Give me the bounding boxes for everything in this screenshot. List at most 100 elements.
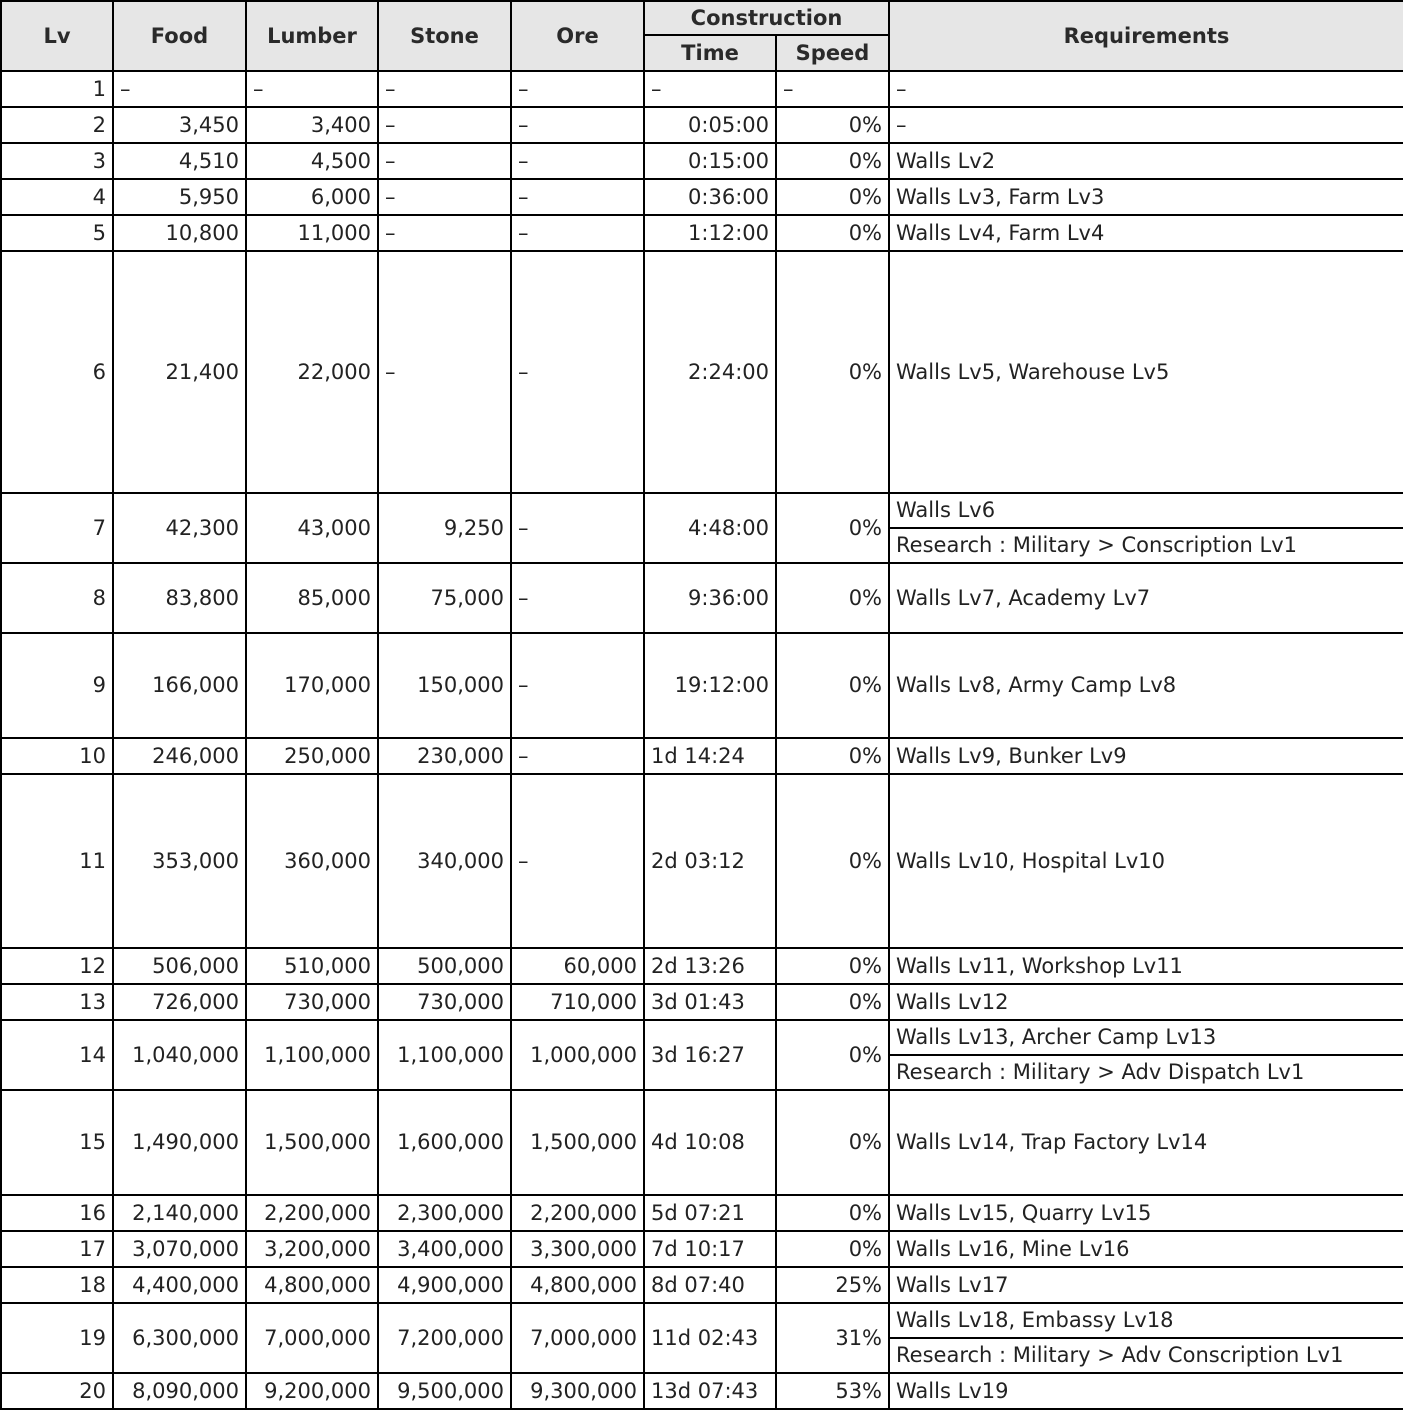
header-construction: Construction <box>642 0 891 36</box>
requirement-cell: Walls Lv19 <box>888 1372 1403 1410</box>
requirement-cell: Walls Lv16, Mine Lv16 <box>888 1230 1403 1268</box>
speed-cell: 0% <box>774 983 891 1021</box>
requirement-cell: – <box>888 70 1403 108</box>
lumber-cell: 22,000 <box>245 250 379 494</box>
header-ore: Ore <box>510 0 645 72</box>
level-cell: 8 <box>0 562 114 634</box>
level-cell: 10 <box>0 737 114 775</box>
table-row: 19 6,300,000 7,000,000 7,200,000 7,000,000 11… <box>0 1302 1403 1374</box>
speed-cell: 0% <box>774 178 891 216</box>
level-cell: 3 <box>0 142 114 180</box>
table-row: 11 353,000 360,000 340,000–2d 03:12 0% Walls … <box>0 773 1403 949</box>
speed-cell: 0% <box>774 214 891 252</box>
ore-cell: – <box>510 178 645 216</box>
lumber-cell: 3,200,000 <box>245 1230 379 1268</box>
food-cell: 166,000 <box>112 632 247 739</box>
lumber-cell: 250,000 <box>245 737 379 775</box>
lumber-cell: 6,000 <box>245 178 379 216</box>
requirement-cell: Walls Lv12 <box>888 983 1403 1021</box>
level-cell: 9 <box>0 632 114 739</box>
ore-cell: – <box>510 773 645 949</box>
stone-cell: – <box>377 250 512 494</box>
speed-cell: 0% <box>774 1089 891 1196</box>
food-cell: 83,800 <box>112 562 247 634</box>
lumber-cell: 7,000,000 <box>245 1302 379 1374</box>
table-row: 1– – – – – – – <box>0 70 1403 108</box>
lumber-cell: 3,400 <box>245 106 379 144</box>
table-row: 3 4,510 4,500– –0:15:00 0% Walls Lv2 <box>0 142 1403 180</box>
lumber-cell: 9,200,000 <box>245 1372 379 1410</box>
ore-cell: – <box>510 142 645 180</box>
time-cell: 4:48:00 <box>643 492 777 564</box>
lumber-cell: 510,000 <box>245 947 379 985</box>
time-cell: 11d 02:43 <box>643 1302 777 1374</box>
lumber-cell: 4,500 <box>245 142 379 180</box>
ore-cell: 7,000,000 <box>510 1302 645 1374</box>
requirement-cell: Walls Lv3, Farm Lv3 <box>888 178 1403 216</box>
food-cell: – <box>112 70 247 108</box>
level-cell: 11 <box>0 773 114 949</box>
food-cell: 2,140,000 <box>112 1194 247 1232</box>
food-cell: 10,800 <box>112 214 247 252</box>
ore-cell: – <box>510 106 645 144</box>
header-food: Food <box>112 0 247 72</box>
requirement-cell: Walls Lv14, Trap Factory Lv14 <box>888 1089 1403 1196</box>
stone-cell: – <box>377 142 512 180</box>
time-cell: 0:05:00 <box>643 106 777 144</box>
speed-cell: 0% <box>774 632 891 739</box>
food-cell: 726,000 <box>112 983 247 1021</box>
requirement-cell: Walls Lv15, Quarry Lv15 <box>888 1194 1403 1232</box>
time-cell: 2d 03:12 <box>643 773 777 949</box>
food-cell: 21,400 <box>112 250 247 494</box>
header-stone: Stone <box>377 0 512 72</box>
food-cell: 1,040,000 <box>112 1019 247 1091</box>
time-cell: 5d 07:21 <box>643 1194 777 1232</box>
stone-cell: – <box>377 70 512 108</box>
requirement-cell: Research : Military > Conscription Lv1 <box>888 527 1403 564</box>
header-time: Time <box>643 34 777 72</box>
time-cell: 3d 16:27 <box>643 1019 777 1091</box>
requirement-cell: Walls Lv18, Embassy Lv18 <box>888 1302 1403 1339</box>
lumber-cell: 11,000 <box>245 214 379 252</box>
stone-cell: 150,000 <box>377 632 512 739</box>
time-cell: 8d 07:40 <box>643 1266 777 1304</box>
speed-cell: 0% <box>774 250 891 494</box>
time-cell: 1:12:00 <box>643 214 777 252</box>
lumber-cell: 1,100,000 <box>245 1019 379 1091</box>
ore-cell: 4,800,000 <box>510 1266 645 1304</box>
time-cell: 3d 01:43 <box>643 983 777 1021</box>
table-row: 12 506,000 510,000 500,000 60,000 2d 13:26 0% W… <box>0 947 1403 985</box>
level-cell: 1 <box>0 70 114 108</box>
table-row: 20 8,090,000 9,200,000 9,500,000 9,300,000 13… <box>0 1372 1403 1410</box>
ore-cell: 9,300,000 <box>510 1372 645 1410</box>
speed-cell: 0% <box>774 142 891 180</box>
level-cell: 14 <box>0 1019 114 1091</box>
speed-cell: 0% <box>774 773 891 949</box>
table-header: Lv Food Lumber Stone Ore Construction Re… <box>0 0 1403 72</box>
ore-cell: 1,000,000 <box>510 1019 645 1091</box>
requirement-cell: Walls Lv7, Academy Lv7 <box>888 562 1403 634</box>
level-cell: 15 <box>0 1089 114 1196</box>
stone-cell: 7,200,000 <box>377 1302 512 1374</box>
level-cell: 4 <box>0 178 114 216</box>
ore-cell: – <box>510 214 645 252</box>
level-cell: 13 <box>0 983 114 1021</box>
food-cell: 8,090,000 <box>112 1372 247 1410</box>
stone-cell: 75,000 <box>377 562 512 634</box>
requirement-cell: Walls Lv9, Bunker Lv9 <box>888 737 1403 775</box>
time-cell: 2d 13:26 <box>643 947 777 985</box>
table-row: 13 726,000 730,000 730,000 710,000 3d 01:43 0%… <box>0 983 1403 1021</box>
level-cell: 16 <box>0 1194 114 1232</box>
table-row: 17 3,070,000 3,200,000 3,400,000 3,300,000 7d… <box>0 1230 1403 1268</box>
food-cell: 246,000 <box>112 737 247 775</box>
table-row: 6 21,400 22,000– –2:24:00 0% Walls Lv5, Wareh… <box>0 250 1403 494</box>
level-cell: 19 <box>0 1302 114 1374</box>
speed-cell: 0% <box>774 492 891 564</box>
stone-cell: 730,000 <box>377 983 512 1021</box>
food-cell: 42,300 <box>112 492 247 564</box>
lumber-cell: 85,000 <box>245 562 379 634</box>
stone-cell: 230,000 <box>377 737 512 775</box>
ore-cell: – <box>510 562 645 634</box>
speed-cell: 0% <box>774 562 891 634</box>
time-cell: 0:36:00 <box>643 178 777 216</box>
